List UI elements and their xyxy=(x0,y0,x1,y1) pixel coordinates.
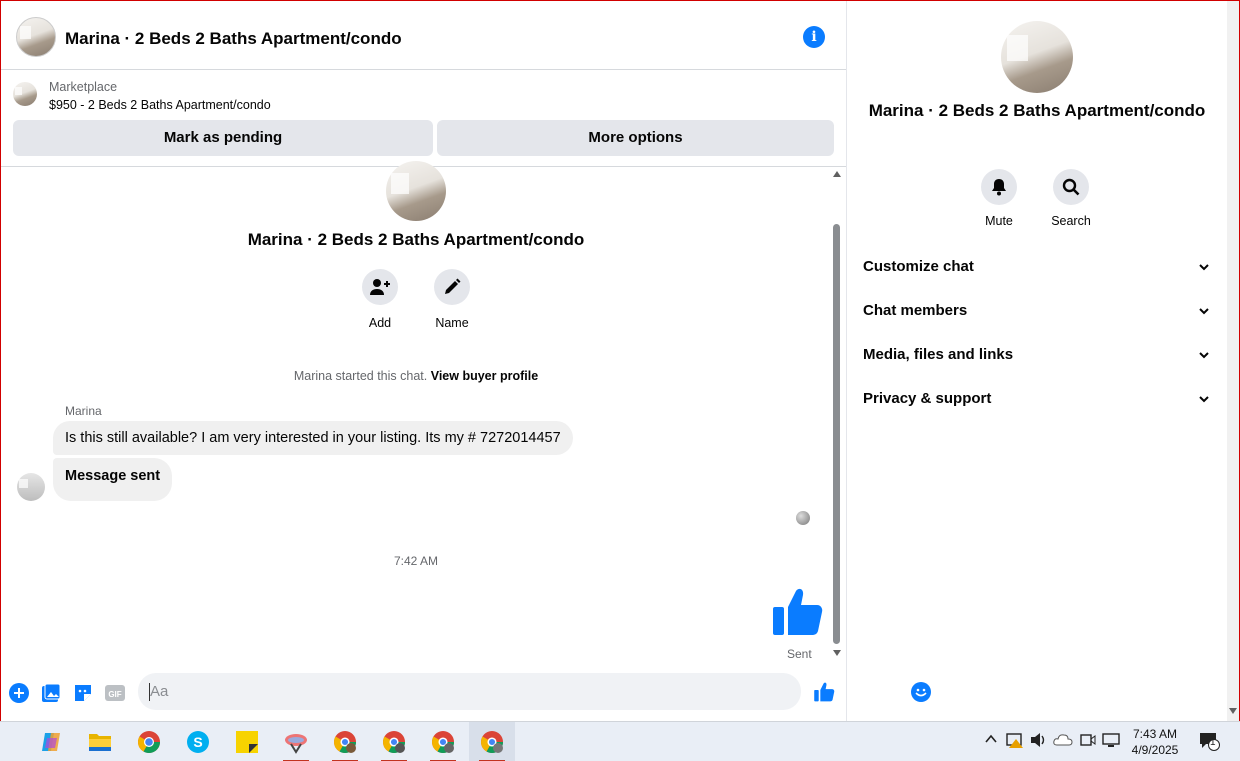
sticky-notes-icon[interactable] xyxy=(232,728,262,756)
chevron-down-icon xyxy=(1199,396,1209,403)
thread-scrollbar[interactable] xyxy=(831,167,843,661)
meet-now-icon[interactable] xyxy=(1080,732,1096,751)
marketplace-banner: Marketplace $950 - 2 Beds 2 Baths Apartm… xyxy=(1,71,846,167)
notification-badge: 1 xyxy=(1210,737,1216,748)
file-explorer-icon[interactable] xyxy=(85,728,115,756)
message-timestamp: 7:42 AM xyxy=(393,554,439,568)
section-privacy-support[interactable]: Privacy & support xyxy=(863,384,1211,414)
listing-price-title[interactable]: $950 - 2 Beds 2 Baths Apartment/condo xyxy=(49,98,271,112)
chrome-profile-icon[interactable] xyxy=(428,728,458,761)
skype-icon[interactable]: S xyxy=(183,728,213,756)
scroll-up-arrow[interactable] xyxy=(833,171,841,177)
svg-text:S: S xyxy=(193,734,202,750)
chat-started-notice: Marina started this chat. View buyer pro… xyxy=(1,369,831,383)
message-bubble[interactable]: Message sent xyxy=(53,458,173,501)
onedrive-icon[interactable] xyxy=(1053,732,1073,749)
section-label: Customize chat xyxy=(863,258,974,275)
scroll-down-arrow[interactable] xyxy=(833,650,841,656)
chevron-down-icon xyxy=(1199,308,1209,315)
seen-indicator-avatar xyxy=(796,511,810,525)
panel-scrollbar[interactable] xyxy=(1227,1,1239,721)
conversation-details-panel: Marina · 2 Beds 2 Baths Apartment/condo … xyxy=(847,1,1227,721)
chevron-up-icon[interactable] xyxy=(984,732,998,749)
started-text: Marina started this chat. xyxy=(293,369,428,383)
chevron-down-icon xyxy=(1199,264,1209,271)
windows-taskbar: S 7:43 AM 4/9/2025 1 xyxy=(0,721,1240,761)
copilot-icon[interactable] xyxy=(36,728,66,756)
add-person-icon[interactable] xyxy=(362,269,398,305)
add-label: Add xyxy=(368,316,392,330)
plus-circle-icon[interactable] xyxy=(9,683,29,703)
section-label: Media, files and links xyxy=(863,346,1014,363)
thumbs-up-icon[interactable] xyxy=(770,587,824,642)
mute-label: Mute xyxy=(985,214,1013,228)
search-label: Search xyxy=(1051,214,1091,228)
message-bubble[interactable]: Is this still available? I am very inter… xyxy=(53,421,573,455)
volume-icon[interactable] xyxy=(1030,732,1048,751)
message-thread: Marina · 2 Beds 2 Baths Apartment/condo … xyxy=(1,161,831,661)
display-icon[interactable] xyxy=(1102,732,1120,751)
chat-title[interactable]: Marina · 2 Beds 2 Baths Apartment/condo xyxy=(65,29,402,49)
sent-status: Sent xyxy=(787,647,812,661)
search-action[interactable]: Search xyxy=(1036,169,1106,228)
photo-icon[interactable] xyxy=(41,683,61,703)
marketplace-label: Marketplace xyxy=(49,80,118,94)
chat-header: Marina · 2 Beds 2 Baths Apartment/condo … xyxy=(1,1,846,70)
chevron-down-icon xyxy=(1199,352,1209,359)
panel-title: Marina · 2 Beds 2 Baths Apartment/condo xyxy=(868,101,1206,120)
svg-text:GIF: GIF xyxy=(108,690,121,699)
sticker-icon[interactable] xyxy=(73,683,93,703)
section-customize-chat[interactable]: Customize chat xyxy=(863,252,1211,282)
send-like-icon[interactable] xyxy=(813,681,835,703)
chrome-profile-icon[interactable] xyxy=(330,728,360,761)
messenger-window: Marina · 2 Beds 2 Baths Apartment/condo … xyxy=(0,0,1240,721)
pencil-icon[interactable] xyxy=(434,269,470,305)
scroll-down-arrow[interactable] xyxy=(1229,708,1237,714)
info-icon[interactable]: i xyxy=(803,26,825,48)
scroll-thumb[interactable] xyxy=(833,224,840,644)
mark-as-pending-button[interactable]: Mark as pending xyxy=(13,120,433,156)
thread-title: Marina · 2 Beds 2 Baths Apartment/condo xyxy=(247,230,585,249)
panel-avatar[interactable] xyxy=(1001,21,1073,93)
thread-avatar xyxy=(386,161,446,221)
chrome-profile-icon[interactable] xyxy=(477,728,507,761)
view-buyer-profile-link[interactable]: View buyer profile xyxy=(431,369,538,383)
bell-icon[interactable] xyxy=(981,169,1017,205)
name-label: Name xyxy=(435,316,469,330)
chrome-profile-icon[interactable] xyxy=(379,728,409,761)
section-label: Privacy & support xyxy=(863,390,992,407)
listing-avatar[interactable] xyxy=(16,17,56,57)
section-label: Chat members xyxy=(863,302,968,319)
clock-date: 4/9/2025 xyxy=(1131,743,1179,757)
more-options-button[interactable]: More options xyxy=(437,120,834,156)
name-action[interactable]: Name xyxy=(422,269,482,330)
clock-time: 7:43 AM xyxy=(1132,727,1178,741)
listing-thumbnail[interactable] xyxy=(13,82,37,106)
chrome-icon[interactable] xyxy=(134,728,164,756)
sender-avatar[interactable] xyxy=(17,473,45,501)
system-clock[interactable]: 7:43 AM 4/9/2025 xyxy=(1126,726,1184,758)
gif-icon[interactable]: GIF xyxy=(105,683,125,703)
search-icon[interactable] xyxy=(1053,169,1089,205)
snipping-tool-icon[interactable] xyxy=(281,728,311,761)
message-composer: GIF Aa xyxy=(1,673,931,713)
mute-action[interactable]: Mute xyxy=(964,169,1034,228)
notification-center-icon[interactable]: 1 xyxy=(1198,731,1220,754)
network-warning-icon[interactable] xyxy=(1006,732,1024,751)
chat-column: Marina · 2 Beds 2 Baths Apartment/condo … xyxy=(1,1,931,721)
section-media-files-links[interactable]: Media, files and links xyxy=(863,340,1211,370)
message-placeholder: Aa xyxy=(150,683,169,700)
section-chat-members[interactable]: Chat members xyxy=(863,296,1211,326)
sender-name: Marina xyxy=(65,404,102,418)
add-action[interactable]: Add xyxy=(350,269,410,330)
message-input[interactable]: Aa xyxy=(138,673,931,710)
